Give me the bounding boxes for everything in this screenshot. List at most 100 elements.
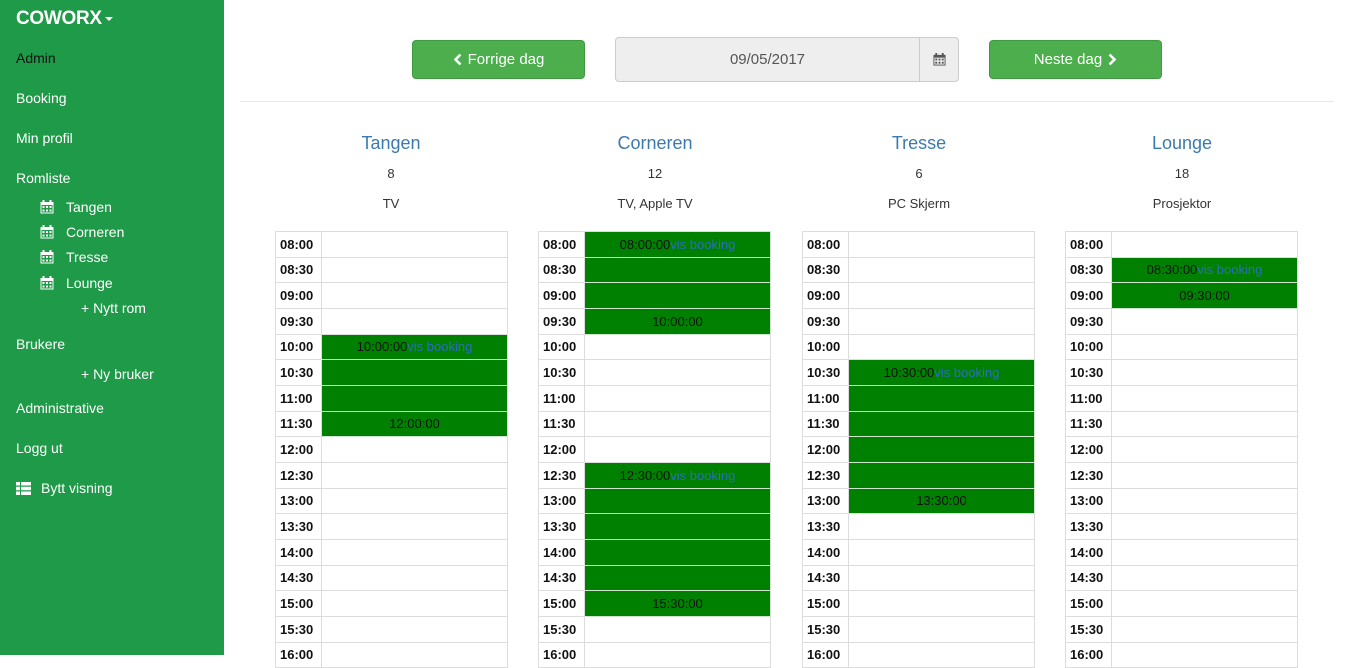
booked-slot[interactable] bbox=[584, 513, 771, 540]
sidebar-room-lounge[interactable]: Lounge bbox=[40, 275, 113, 291]
free-slot[interactable] bbox=[584, 436, 771, 463]
booked-slot[interactable] bbox=[848, 436, 1035, 463]
switch-view-link[interactable]: Bytt visning bbox=[16, 480, 113, 496]
free-slot[interactable] bbox=[1111, 333, 1298, 361]
free-slot[interactable] bbox=[321, 615, 508, 643]
free-slot[interactable] bbox=[321, 513, 508, 540]
nav-min-profil[interactable]: Min profil bbox=[16, 130, 73, 146]
booked-slot[interactable]: 15:30:00 bbox=[584, 590, 771, 617]
free-slot[interactable] bbox=[1111, 538, 1298, 566]
booked-slot[interactable]: 09:30:00 bbox=[1111, 282, 1298, 309]
date-input[interactable] bbox=[615, 37, 920, 82]
room-name[interactable]: Corneren bbox=[525, 133, 785, 154]
view-booking-link[interactable]: vis booking bbox=[1197, 262, 1262, 277]
free-slot[interactable] bbox=[321, 436, 508, 463]
sidebar-room-label: Lounge bbox=[66, 275, 113, 291]
view-booking-link[interactable]: vis booking bbox=[934, 365, 999, 380]
booking-time: 08:30:00 bbox=[1146, 262, 1198, 278]
free-slot[interactable] bbox=[848, 307, 1035, 335]
nav-romliste[interactable]: Romliste bbox=[16, 170, 70, 186]
free-slot[interactable] bbox=[848, 282, 1035, 309]
free-slot[interactable] bbox=[1111, 384, 1298, 412]
nav-logout[interactable]: Logg ut bbox=[16, 440, 63, 456]
booked-slot[interactable] bbox=[848, 410, 1035, 438]
room-name[interactable]: Tangen bbox=[261, 133, 521, 154]
booked-slot[interactable]: 12:00:00 bbox=[321, 410, 508, 438]
free-slot[interactable] bbox=[848, 538, 1035, 566]
sidebar-room-corneren[interactable]: Corneren bbox=[40, 224, 124, 240]
booked-slot[interactable]: 10:30:00vis booking bbox=[848, 359, 1035, 386]
booked-slot[interactable] bbox=[584, 256, 771, 284]
free-slot[interactable] bbox=[321, 231, 508, 258]
nav-administrative[interactable]: Administrative bbox=[16, 400, 104, 416]
booked-slot[interactable] bbox=[584, 564, 771, 592]
next-day-button[interactable]: Neste dag bbox=[989, 40, 1162, 79]
free-slot[interactable] bbox=[584, 359, 771, 386]
free-slot[interactable] bbox=[584, 333, 771, 361]
free-slot[interactable] bbox=[848, 231, 1035, 258]
sidebar-room-tresse[interactable]: Tresse bbox=[40, 249, 108, 265]
free-slot[interactable] bbox=[321, 307, 508, 335]
booked-slot[interactable]: 10:00:00vis booking bbox=[321, 333, 508, 361]
booked-slot[interactable] bbox=[584, 538, 771, 566]
previous-day-button[interactable]: Forrige dag bbox=[412, 40, 585, 79]
add-room-link[interactable]: + Nytt rom bbox=[81, 300, 146, 316]
view-booking-link[interactable]: vis booking bbox=[670, 237, 735, 252]
room-equipment: TV, Apple TV bbox=[617, 196, 693, 211]
booked-slot[interactable] bbox=[584, 487, 771, 515]
free-slot[interactable] bbox=[1111, 307, 1298, 335]
free-slot[interactable] bbox=[1111, 590, 1298, 617]
table-row: 12:00 bbox=[275, 436, 508, 463]
free-slot[interactable] bbox=[1111, 487, 1298, 515]
free-slot[interactable] bbox=[848, 615, 1035, 643]
date-picker-button[interactable] bbox=[920, 37, 959, 82]
free-slot[interactable] bbox=[848, 590, 1035, 617]
booked-slot[interactable] bbox=[584, 282, 771, 309]
free-slot[interactable] bbox=[584, 410, 771, 438]
free-slot[interactable] bbox=[1111, 513, 1298, 540]
brand-dropdown[interactable]: COWORX bbox=[16, 8, 113, 30]
view-booking-link[interactable]: vis booking bbox=[407, 339, 472, 354]
free-slot[interactable] bbox=[1111, 436, 1298, 463]
booked-slot[interactable]: 08:00:00vis booking bbox=[584, 231, 771, 258]
free-slot[interactable] bbox=[321, 590, 508, 617]
calendar-icon bbox=[40, 250, 54, 264]
free-slot[interactable] bbox=[1111, 461, 1298, 489]
nav-booking[interactable]: Booking bbox=[16, 90, 67, 106]
booked-slot[interactable] bbox=[848, 384, 1035, 412]
nav-brukere[interactable]: Brukere bbox=[16, 336, 65, 352]
free-slot[interactable] bbox=[1111, 615, 1298, 643]
free-slot[interactable] bbox=[1111, 231, 1298, 258]
room-name[interactable]: Tresse bbox=[789, 133, 1049, 154]
free-slot[interactable] bbox=[321, 538, 508, 566]
booked-slot[interactable]: 10:00:00 bbox=[584, 307, 771, 335]
free-slot[interactable] bbox=[1111, 410, 1298, 438]
view-booking-link[interactable]: vis booking bbox=[670, 468, 735, 483]
free-slot[interactable] bbox=[321, 256, 508, 284]
free-slot[interactable] bbox=[848, 333, 1035, 361]
time-label: 10:00 bbox=[275, 333, 322, 361]
room-name[interactable]: Lounge bbox=[1052, 133, 1312, 154]
free-slot[interactable] bbox=[848, 564, 1035, 592]
sidebar-room-tangen[interactable]: Tangen bbox=[40, 199, 112, 215]
booked-slot[interactable]: 12:30:00vis booking bbox=[584, 461, 771, 489]
add-user-link[interactable]: + Ny bruker bbox=[81, 366, 154, 382]
booked-slot[interactable] bbox=[321, 384, 508, 412]
free-slot[interactable] bbox=[321, 282, 508, 309]
free-slot[interactable] bbox=[321, 461, 508, 489]
booked-slot[interactable] bbox=[321, 359, 508, 386]
free-slot[interactable] bbox=[584, 615, 771, 643]
free-slot[interactable] bbox=[321, 487, 508, 515]
free-slot[interactable] bbox=[848, 513, 1035, 540]
table-row: 13:30 bbox=[802, 513, 1035, 540]
free-slot[interactable] bbox=[848, 256, 1035, 284]
free-slot[interactable] bbox=[1111, 564, 1298, 592]
booked-slot[interactable]: 08:30:00vis booking bbox=[1111, 256, 1298, 284]
free-slot[interactable] bbox=[321, 564, 508, 592]
free-slot[interactable] bbox=[1111, 359, 1298, 386]
booked-slot[interactable] bbox=[848, 461, 1035, 489]
booked-slot[interactable]: 13:30:00 bbox=[848, 487, 1035, 515]
chevron-right-icon bbox=[1108, 53, 1117, 66]
nav-admin[interactable]: Admin bbox=[16, 50, 56, 66]
free-slot[interactable] bbox=[584, 384, 771, 412]
